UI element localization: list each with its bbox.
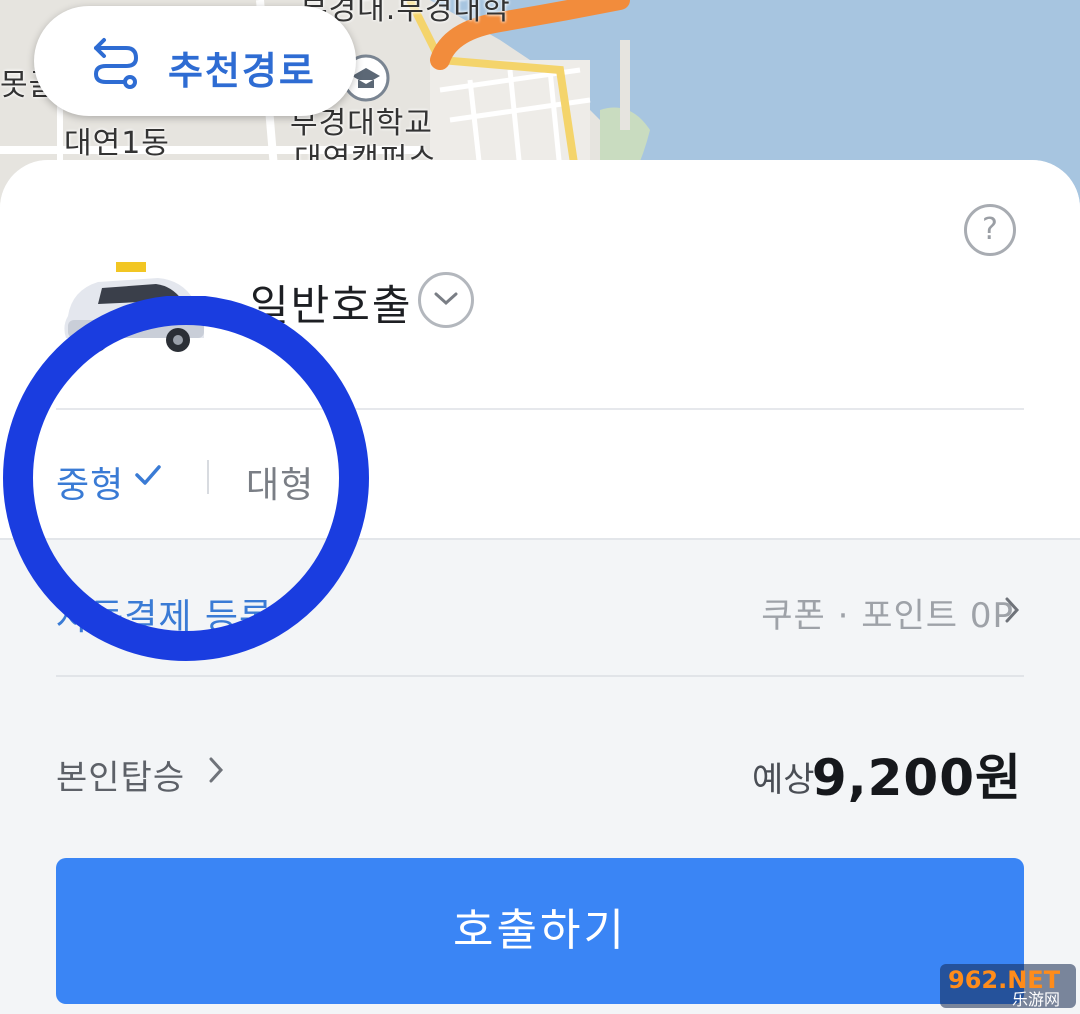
- fare-amount: 9,200원: [811, 749, 1022, 807]
- call-taxi-button[interactable]: 호출하기: [56, 858, 1024, 1004]
- map-label-district: 대연1동: [64, 126, 170, 161]
- fare-prefix: 예상: [752, 760, 815, 800]
- recommended-route-label: 추천경로: [168, 49, 316, 93]
- self-boarding-link[interactable]: 본인탑승: [56, 750, 185, 799]
- route-icon: [90, 34, 142, 94]
- chevron-right-icon: [208, 756, 224, 788]
- help-icon[interactable]: ?: [964, 204, 1016, 256]
- service-dropdown-button[interactable]: [418, 272, 474, 328]
- coupon-points-link[interactable]: 쿠폰 · 포인트 0P: [761, 588, 1014, 637]
- divider: [56, 675, 1024, 677]
- watermark-logo: 962.NET 乐游网: [940, 964, 1076, 1009]
- chevron-right-icon: [1004, 596, 1020, 628]
- recommended-route-button[interactable]: 추천경로: [34, 6, 356, 116]
- chevron-down-icon: [434, 292, 458, 306]
- annotation-circle: [3, 296, 369, 661]
- watermark-sub: 乐游网: [1012, 990, 1061, 1009]
